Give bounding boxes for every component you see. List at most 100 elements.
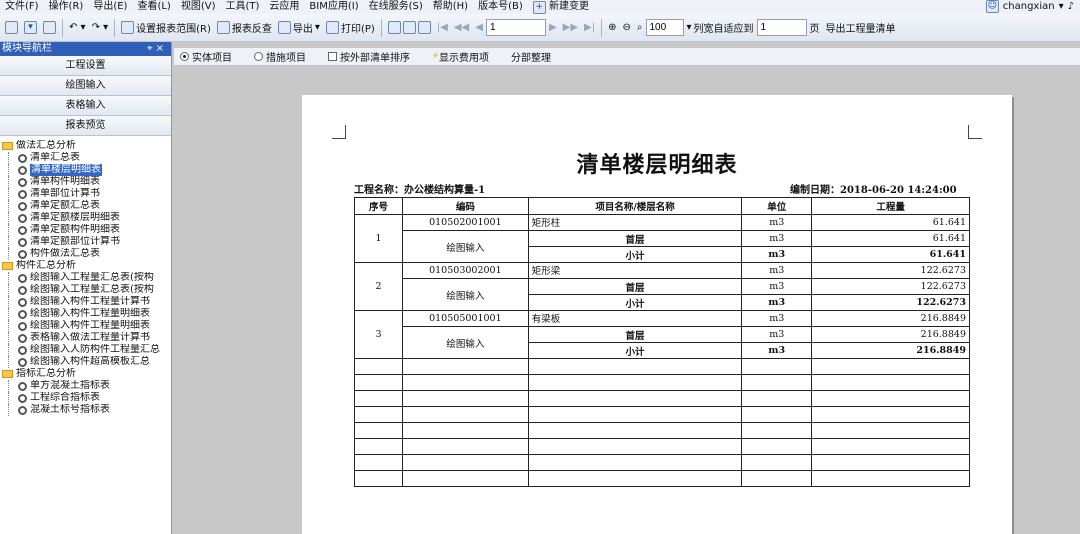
menu-view-l[interactable]: 查看(L) [132,0,175,14]
tree-item[interactable]: 混凝土标号指标表 [2,404,171,416]
set-range-button[interactable]: 设置报表范围(R) [118,18,214,38]
undo-button[interactable]: ↶ ▾ [66,18,89,38]
next-page-icon[interactable]: ▶ [546,22,560,33]
item-name: 有梁板 [527,310,743,327]
tree-item-label: 清单楼层明细表 [30,164,102,176]
gear-icon [18,321,27,331]
tree-item[interactable]: 清单部位计算书 [2,188,171,200]
save-button[interactable] [40,18,59,38]
tree-item[interactable]: 绘图输入构件工程量明细表 [2,320,171,332]
tree-item-label: 清单汇总表 [30,152,80,163]
sort-by-external-checkbox[interactable]: 按外部清单排序 [328,49,410,64]
next-fast-icon[interactable]: ▶▶ [560,22,581,33]
tree-item[interactable]: 工程综合指标表 [2,392,171,404]
printer-icon [325,21,339,34]
item-qty: 216.8849 [811,310,970,327]
gear-icon [18,273,27,283]
tree-item[interactable]: 清单构件明细表 [2,176,171,188]
tree-item[interactable]: 绘图输入构件工程量明细表 [2,308,171,320]
item-code: 010505001001 [401,310,529,327]
menu-operate[interactable]: 操作(R) [44,0,89,14]
source-name: 绘图输入 [401,326,529,359]
section-organize-button[interactable]: 分部整理 [511,49,551,64]
menu-online[interactable]: 在线服务(S) [364,0,428,14]
tree-item[interactable]: 清单汇总表 [2,152,171,164]
col-width-input[interactable] [756,19,807,36]
redo-button[interactable]: ↷ ▾ [89,18,112,38]
menu-view[interactable]: 视图(V) [176,0,221,14]
new-change-icon: + [532,1,546,14]
page-number-input[interactable] [485,19,546,36]
check-icon [216,21,230,34]
tree-item[interactable]: 绘图输入工程量汇总表(按构 [2,284,171,296]
report-check-button[interactable]: 报表反查 [214,18,275,38]
menu-version[interactable]: 版本号(B) [473,0,528,14]
set-range-label: 设置报表范围(R) [136,24,211,35]
tree-item[interactable]: 单方混凝土指标表 [2,380,171,392]
tree-item[interactable]: 绘图输入人防构件工程量汇总 [2,344,171,356]
folder-icon [2,370,13,378]
nav-report-preview[interactable]: 报表预览 [0,116,171,136]
tree-item[interactable]: 构件做法汇总表 [2,248,171,260]
gear-icon [18,201,27,211]
open-button[interactable]: ▾ [21,18,40,38]
first-page-icon[interactable]: |◀ [434,22,451,33]
menu-help[interactable]: 帮助(H) [428,0,473,14]
last-page-icon[interactable]: ▶| [581,22,598,33]
tree-item-label: 清单定额构件明细表 [30,224,120,235]
prev-page-icon[interactable]: ◀ [472,22,486,33]
chevron-down-icon[interactable]: ▾ [1059,1,1064,12]
tree-group[interactable]: 构件汇总分析 [2,260,171,272]
zoom-in-icon[interactable]: ⊕ [605,18,619,38]
item-name: 矩形柱 [527,214,743,231]
menu-export[interactable]: 导出(E) [88,0,132,14]
double-page-icon [402,21,416,34]
empty-row [354,438,970,455]
report-options-bar: 实体项目 措施项目 按外部清单排序 ⚡ 显示费用项 分部整理 [174,48,1080,66]
tree-group[interactable]: 指标汇总分析 [2,368,171,380]
nav-drawing-input[interactable]: 绘图输入 [0,76,171,96]
menu-file[interactable]: 文件(F) [0,0,44,14]
print-button[interactable]: 打印(P) [323,18,378,38]
multi-page-icon [417,21,431,34]
export-bill-button[interactable]: 导出工程量清单 [823,18,899,38]
menu-new-change[interactable]: + 新建变更 [528,0,594,14]
range-icon [121,21,135,34]
user-name[interactable]: changxian [1003,1,1055,12]
zoom-input[interactable] [645,19,684,36]
show-fee-toggle[interactable]: ⚡ 显示费用项 [432,49,489,64]
menu-cloud[interactable]: 云应用 [264,0,304,14]
radio-measure-items[interactable]: 措施项目 [254,49,306,64]
radio-entity-items[interactable]: 实体项目 [180,49,232,64]
tree-item[interactable]: 清单定额部位计算书 [2,236,171,248]
sort-label: 按外部清单排序 [340,53,410,64]
menu-tools[interactable]: 工具(T) [220,0,264,14]
tree-item[interactable]: 表格输入做法工程量计算书 [2,332,171,344]
panel-controls[interactable]: ⌖× [147,42,171,56]
col-width-dropdown[interactable]: ▾ 列宽自适应到 [684,18,757,38]
empty-row [354,374,970,391]
tree-item-label: 构件做法汇总表 [30,248,100,259]
zoom-out-icon[interactable]: ⊖ [620,18,634,38]
tree-item[interactable]: 绘图输入构件工程量计算书 [2,296,171,308]
tree-group[interactable]: 做法汇总分析 [2,140,171,152]
menu-bim[interactable]: BIM应用(I) [304,0,363,14]
tree-item[interactable]: 绘图输入工程量汇总表(按构 [2,272,171,284]
prev-fast-icon[interactable]: ◀◀ [451,22,472,33]
new-button[interactable] [2,18,21,38]
nav-project-settings[interactable]: 工程设置 [0,56,171,76]
tree-item[interactable]: 清单定额楼层明细表 [2,212,171,224]
export-button[interactable]: 导出 ▾ [275,18,323,38]
nav-table-input[interactable]: 表格输入 [0,96,171,116]
subtotal-unit: m3 [741,246,813,263]
col-header: 单位 [741,197,813,215]
tree-item-selected[interactable]: 清单楼层明细表 [2,164,171,176]
tree-item[interactable]: 清单定额汇总表 [2,200,171,212]
item-name: 矩形梁 [527,262,743,279]
tree-item[interactable]: 清单定额构件明细表 [2,224,171,236]
page-view-buttons[interactable] [385,18,434,38]
tree-item[interactable]: 绘图输入构件超高模板汇总 [2,356,171,368]
bell-icon[interactable]: ♪ [1068,1,1074,12]
empty-row [354,406,970,423]
search-icon[interactable]: ⌕ [634,18,646,38]
